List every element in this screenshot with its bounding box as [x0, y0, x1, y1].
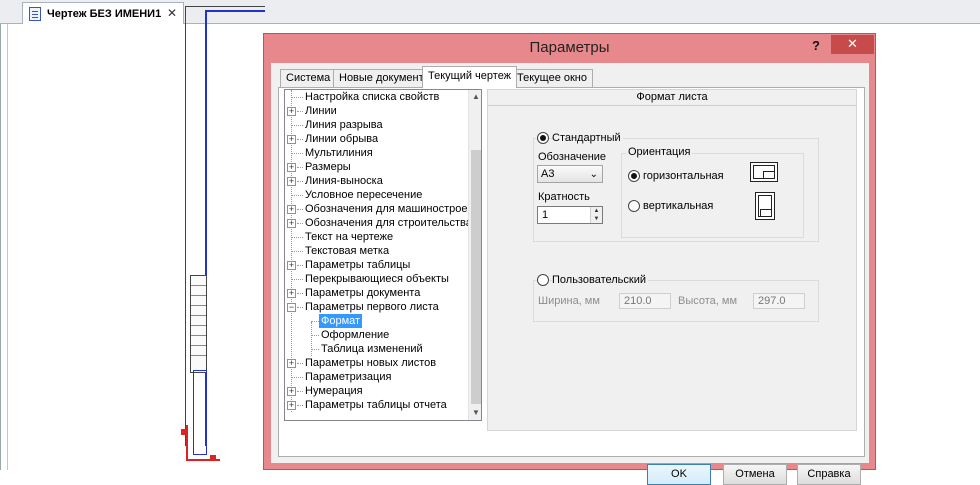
orientation-label: Ориентация [626, 146, 693, 158]
step-up-icon[interactable]: ▲ [591, 207, 602, 215]
document-tab-bar: Чертеж БЕЗ ИМЕНИ1 ✕ [0, 0, 980, 24]
canvas-ruler-line [7, 24, 8, 470]
document-tab[interactable]: Чертеж БЕЗ ИМЕНИ1 ✕ [22, 2, 184, 24]
settings-tree[interactable]: Настройка списка свойств + Линии Линия ра… [284, 89, 482, 421]
horizontal-radio[interactable] [628, 170, 640, 182]
drawing-document-icon [29, 6, 41, 21]
expand-icon[interactable]: + [287, 401, 296, 410]
dialog-client-area: Система Новые документы Текущий чертеж Т… [271, 63, 869, 485]
help-button[interactable]: Справка [797, 464, 861, 485]
horizontal-label: горизонтальная [643, 170, 724, 182]
designation-label: Обозначение [538, 151, 607, 163]
expand-icon[interactable]: + [287, 177, 296, 186]
expand-icon[interactable]: + [287, 219, 296, 228]
expand-icon[interactable]: + [287, 261, 296, 270]
custom-label: Пользовательский [552, 274, 648, 286]
scrollbar-thumb[interactable] [471, 150, 481, 404]
axis-x-marker [210, 455, 216, 461]
expand-icon[interactable]: + [287, 163, 296, 172]
cancel-button[interactable]: Отмена [723, 464, 787, 485]
height-field[interactable]: 297.0 [753, 293, 805, 309]
expand-icon[interactable]: + [287, 135, 296, 144]
custom-radio[interactable] [537, 274, 549, 286]
drawing-side-stamp [190, 275, 207, 373]
drawing-frame-corner [193, 370, 207, 455]
help-icon[interactable]: ? [812, 38, 820, 53]
dialog-title: Параметры [529, 39, 610, 56]
designation-value: А3 [541, 168, 555, 180]
height-label: Высота, мм [678, 295, 738, 307]
stepper-buttons[interactable]: ▲ ▼ [590, 207, 602, 223]
expand-icon[interactable]: + [287, 107, 296, 116]
close-button[interactable]: ✕ [831, 35, 874, 54]
tab-current-drawing[interactable]: Текущий чертеж [422, 66, 518, 88]
expand-icon[interactable]: + [287, 205, 296, 214]
tab-current-window[interactable]: Текущее окно [511, 69, 593, 87]
multiplicity-label: Кратность [538, 191, 590, 203]
ok-button[interactable]: OK [647, 464, 711, 485]
width-label: Ширина, мм [538, 295, 600, 307]
tab-system[interactable]: Система [280, 69, 337, 87]
landscape-sheet-icon [750, 162, 778, 182]
standard-radio[interactable] [537, 132, 549, 144]
multiplicity-value: 1 [542, 209, 549, 221]
drawing-frame [205, 10, 265, 446]
designation-select[interactable]: А3 ⌄ [537, 165, 603, 183]
tree-scrollbar[interactable]: ▲ ▼ [468, 90, 481, 420]
tree-guide-line-child [311, 322, 312, 356]
expand-icon[interactable]: + [287, 359, 296, 368]
vertical-label: вертикальная [643, 200, 714, 212]
multiplicity-stepper[interactable]: 1 ▲ ▼ [537, 206, 603, 224]
expand-icon[interactable]: + [287, 289, 296, 298]
width-field[interactable]: 210.0 [619, 293, 671, 309]
dialog-titlebar[interactable]: Параметры ? ✕ [264, 34, 875, 62]
scroll-down-icon[interactable]: ▼ [469, 406, 481, 420]
collapse-icon[interactable]: − [287, 303, 296, 312]
chevron-down-icon: ⌄ [589, 169, 598, 180]
document-close-icon[interactable]: ✕ [167, 6, 177, 20]
expand-icon[interactable]: + [287, 387, 296, 396]
panel-header: Формат листа [488, 90, 856, 106]
step-down-icon[interactable]: ▼ [591, 215, 602, 223]
portrait-sheet-icon [755, 192, 775, 220]
standard-label: Стандартный [552, 132, 623, 144]
parameters-dialog: Параметры ? ✕ Система Новые документы Те… [263, 33, 876, 485]
vertical-radio[interactable] [628, 200, 640, 212]
sheet-format-panel: Формат листа Стандартный Обозначение А3 … [487, 89, 857, 431]
scroll-up-icon[interactable]: ▲ [469, 90, 481, 104]
document-tab-title: Чертеж БЕЗ ИМЕНИ1 [47, 7, 162, 20]
axis-y-marker [181, 429, 187, 435]
